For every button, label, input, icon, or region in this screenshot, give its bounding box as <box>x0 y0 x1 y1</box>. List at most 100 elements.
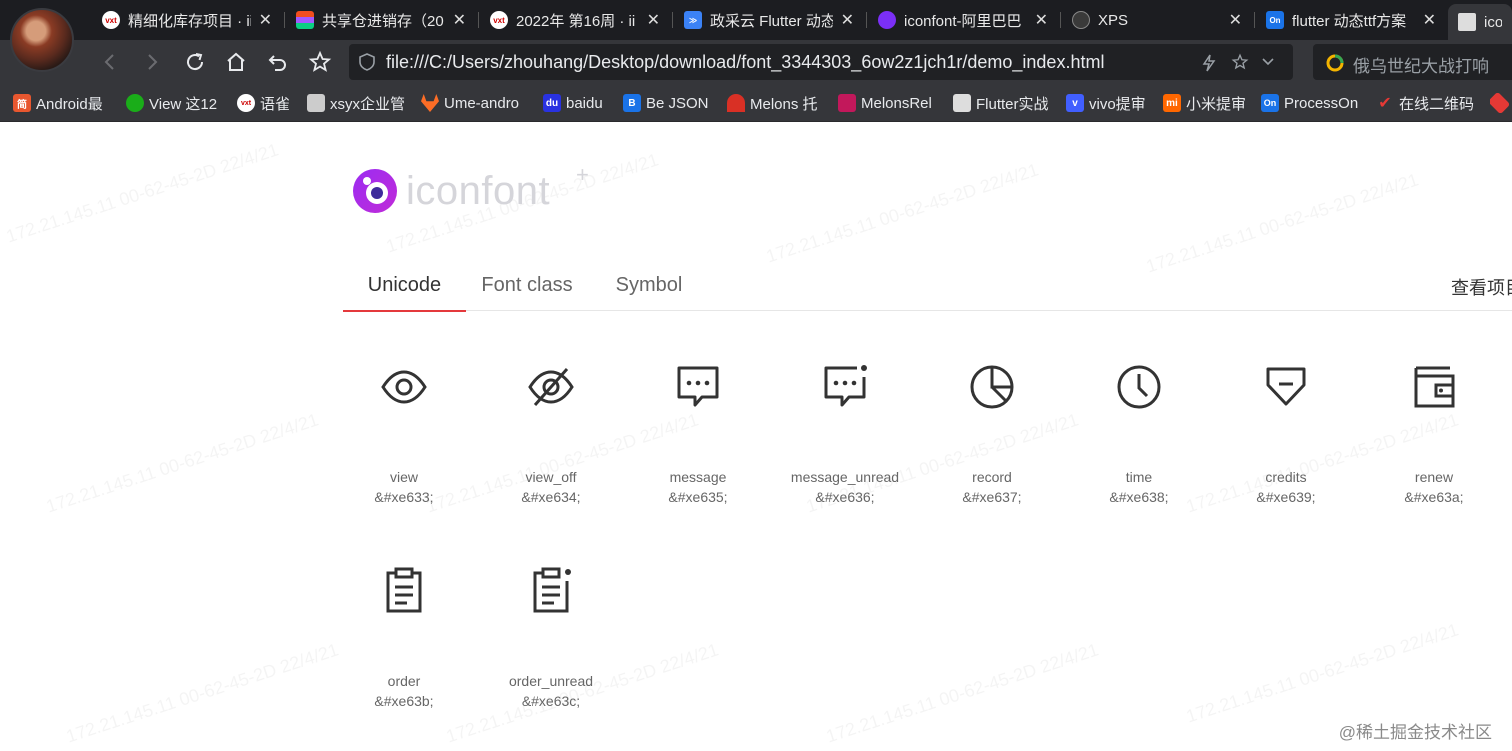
lightning-icon[interactable] <box>1201 54 1217 72</box>
chevron-right-icon <box>148 54 158 70</box>
tab-title: flutter 动态ttf方案 <box>1292 12 1407 30</box>
browser-tab-active[interactable]: icon <box>1448 4 1512 40</box>
close-icon[interactable]: ✕ <box>259 10 272 30</box>
tab-title: 2022年 第16周 · ii <box>516 12 636 30</box>
iconfont-logo-icon <box>353 169 397 213</box>
bookmark-item[interactable]: v vivo提审 <box>1066 93 1150 113</box>
diamond-badge-icon <box>1490 93 1511 113</box>
back-button[interactable] <box>96 48 124 76</box>
bookmark-star-icon[interactable] <box>1231 53 1249 71</box>
icon-name: message_unread <box>790 469 900 485</box>
close-icon[interactable]: ✕ <box>1035 10 1048 30</box>
browser-tab-bar: vxt 精细化库存项目 · ii ✕ 共享仓进销存（20 ✕ vxt 2022年… <box>0 0 1512 72</box>
tab-unicode[interactable]: Unicode <box>343 266 466 312</box>
bookmark-item[interactable]: xsyx企业管 <box>307 93 405 113</box>
clock-icon <box>1117 365 1161 409</box>
close-icon[interactable]: ✕ <box>647 10 660 30</box>
icon-name: renew <box>1414 469 1454 485</box>
iconfont-logo[interactable]: iconfont + <box>352 162 589 214</box>
melonsrel-icon <box>838 94 856 112</box>
bookmark-item[interactable]: mi 小米提审 <box>1163 93 1249 113</box>
icon-card[interactable]: order &#xe63b; <box>334 567 474 711</box>
tab-title: XPS <box>1098 11 1129 29</box>
icon-code: &#xe63a; <box>1404 489 1464 505</box>
reload-button[interactable] <box>181 48 209 76</box>
icon-code: &#xe638; <box>1109 489 1169 505</box>
vivo-icon: v <box>1066 94 1084 112</box>
undo-button[interactable] <box>264 48 292 76</box>
tab-font-class[interactable]: Font class <box>466 266 588 311</box>
icon-card[interactable]: renew &#xe63a; <box>1364 363 1504 507</box>
icon-card[interactable]: view_off &#xe634; <box>481 363 621 507</box>
search-box[interactable]: 俄乌世纪大战打响 <box>1313 44 1512 80</box>
bookmark-item[interactable]: Ume-andro <box>421 93 527 113</box>
doc-icon <box>307 94 325 112</box>
bookmark-item[interactable]: On ProcessOn <box>1261 93 1365 113</box>
message-icon <box>677 366 719 407</box>
icon-name: credits <box>1265 469 1307 485</box>
icon-card[interactable]: message_unread &#xe636; <box>775 363 915 507</box>
browser-tab[interactable]: ≫ 政采云 Flutter 动态 ✕ <box>674 4 864 36</box>
icon-code: &#xe634; <box>521 489 581 505</box>
icon-card[interactable]: order_unread &#xe63c; <box>481 567 621 711</box>
bookmark-overflow[interactable] <box>1490 93 1512 113</box>
background-watermark-text: 172.21.145.11 00-62-45-2D 22/4/21 <box>64 639 341 747</box>
jian-icon: 简 <box>13 94 31 112</box>
bookmark-item[interactable]: MelonsRel <box>838 93 938 113</box>
baidu-icon: du <box>543 94 561 112</box>
vxt-icon: vxt <box>102 11 120 29</box>
icon-card[interactable]: view &#xe633; <box>334 363 474 507</box>
vxt-icon: vxt <box>490 11 508 29</box>
browser-tab[interactable]: vxt 2022年 第16周 · ii ✕ <box>480 4 670 36</box>
clipboard-icon <box>386 567 422 613</box>
home-button[interactable] <box>222 48 250 76</box>
bookmark-item[interactable]: vxt 语雀 <box>237 93 297 113</box>
close-icon[interactable]: ✕ <box>841 10 854 30</box>
figma-icon <box>296 11 314 29</box>
clipboard-unread-icon <box>533 567 571 613</box>
reload-icon <box>187 53 204 71</box>
icon-card[interactable]: record &#xe637; <box>922 363 1062 507</box>
browser-tab[interactable]: XPS ✕ <box>1062 4 1252 36</box>
icon-card[interactable]: time &#xe638; <box>1069 363 1209 507</box>
bookmark-item[interactable]: Flutter实战 <box>953 93 1053 113</box>
icon-code: &#xe63c; <box>521 693 581 709</box>
mi-icon: mi <box>1163 94 1181 112</box>
bookmark-item[interactable]: ✔ 在线二维码 <box>1376 93 1476 113</box>
icon-code: &#xe63b; <box>374 693 434 709</box>
chevron-down-icon[interactable] <box>1261 56 1275 68</box>
browser-tab[interactable]: 共享仓进销存（20 ✕ <box>286 4 476 36</box>
browser-tab[interactable]: vxt 精细化库存项目 · ii ✕ <box>92 4 282 36</box>
tab-title: icon <box>1484 13 1502 31</box>
profile-avatar[interactable] <box>10 8 74 72</box>
bookmark-item[interactable]: View 这12 <box>126 93 222 113</box>
icon-code: &#xe637; <box>962 489 1022 505</box>
icon-code: &#xe639; <box>1256 489 1316 505</box>
close-icon[interactable]: ✕ <box>1423 10 1436 30</box>
shield-icon <box>359 53 375 71</box>
icon-card[interactable]: message &#xe635; <box>628 363 768 507</box>
processon-icon: On <box>1266 11 1284 29</box>
forward-button[interactable] <box>138 48 166 76</box>
browser-tab[interactable]: iconfont-阿里巴巴 ✕ <box>868 4 1058 36</box>
icon-name: view <box>389 469 418 485</box>
browser-tab[interactable]: On flutter 动态ttf方案 ✕ <box>1256 4 1446 36</box>
tab-symbol[interactable]: Symbol <box>588 266 710 311</box>
close-icon[interactable]: ✕ <box>1229 10 1242 30</box>
bookmark-item[interactable]: Melons 托 <box>727 93 821 113</box>
book-icon <box>953 94 971 112</box>
address-bar[interactable]: file:///C:/Users/zhouhang/Desktop/downlo… <box>349 44 1293 80</box>
eye-icon <box>381 370 427 404</box>
favorite-button[interactable] <box>306 48 334 76</box>
bookmark-item[interactable]: B Be JSON <box>623 93 715 113</box>
view-project-link[interactable]: 查看项目 <box>1451 274 1512 300</box>
message-unread-icon <box>824 365 867 407</box>
close-icon[interactable]: ✕ <box>453 10 466 30</box>
home-icon <box>227 52 245 71</box>
icon-code: &#xe636; <box>815 489 875 505</box>
bookmark-item[interactable]: du baidu <box>543 93 613 113</box>
page-icon <box>1458 13 1476 31</box>
icon-card[interactable]: credits &#xe639; <box>1216 363 1356 507</box>
bookmark-item[interactable]: 简 Android最 <box>13 93 109 113</box>
eye-off-icon <box>528 368 574 406</box>
